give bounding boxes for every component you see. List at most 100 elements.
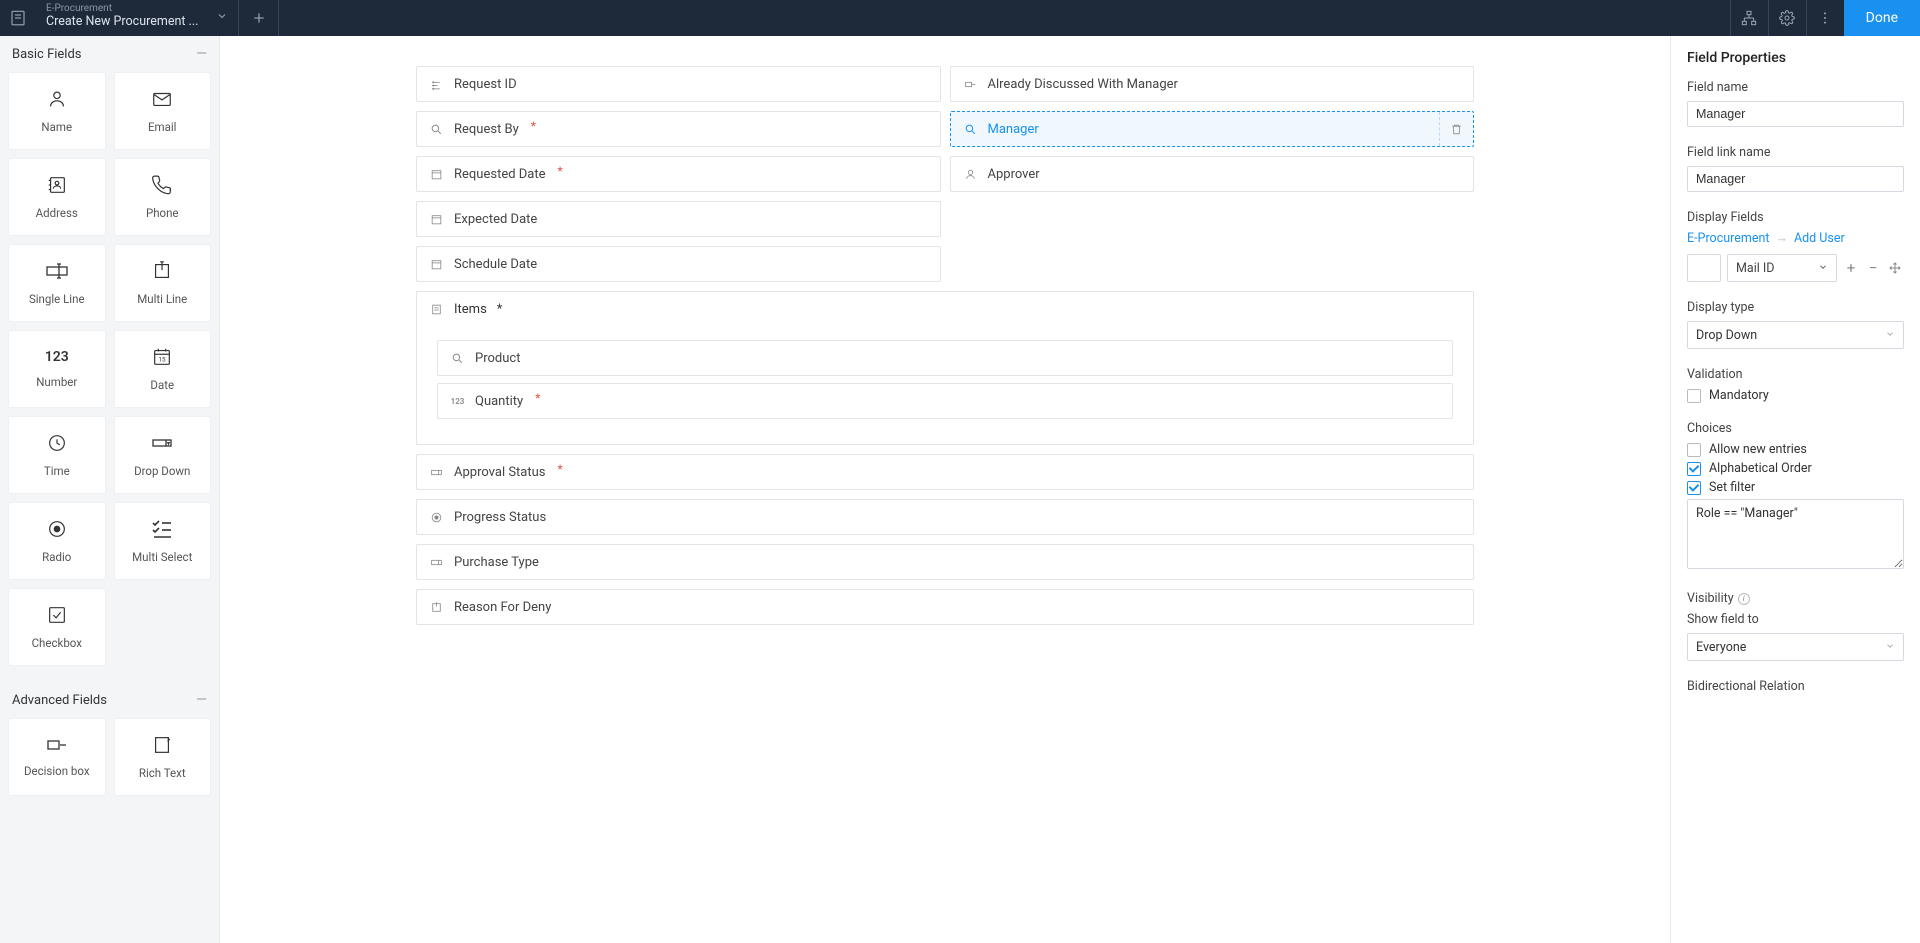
svg-text:15: 15 bbox=[159, 356, 167, 364]
display-field-box[interactable] bbox=[1687, 254, 1721, 282]
advanced-fields-header[interactable]: Advanced Fields — bbox=[0, 682, 219, 718]
display-fields-label: Display Fields bbox=[1687, 210, 1904, 225]
field-link-label: Field link name bbox=[1687, 145, 1904, 160]
palette-tile-radio[interactable]: Radio bbox=[8, 502, 106, 580]
breadcrumb-app[interactable]: E-Procurement bbox=[1687, 231, 1769, 246]
breadcrumb: E-Procurement → Add User bbox=[1687, 231, 1904, 246]
lookup-icon bbox=[450, 351, 465, 366]
gear-icon[interactable] bbox=[1768, 0, 1806, 36]
field-product[interactable]: Product bbox=[437, 340, 1453, 376]
field-reason-deny[interactable]: Reason For Deny bbox=[416, 589, 1474, 625]
date-icon bbox=[429, 212, 444, 227]
multiline-icon bbox=[429, 600, 444, 615]
mandatory-checkbox[interactable] bbox=[1687, 389, 1701, 403]
properties-title: Field Properties bbox=[1687, 50, 1904, 66]
chevron-down-icon bbox=[1885, 640, 1895, 655]
palette-tile-date[interactable]: 15 Date bbox=[114, 330, 212, 408]
palette-tile-decision-box[interactable]: Decision box bbox=[8, 718, 106, 796]
field-requested-date[interactable]: Requested Date* bbox=[416, 156, 941, 192]
choices-label: Choices bbox=[1687, 421, 1904, 436]
info-icon[interactable]: i bbox=[1738, 593, 1750, 605]
set-filter-checkbox[interactable] bbox=[1687, 481, 1701, 495]
palette-tile-address[interactable]: Address bbox=[8, 158, 106, 236]
palette-tile-multiselect[interactable]: Multi Select bbox=[114, 502, 212, 580]
field-expected-date[interactable]: Expected Date bbox=[416, 201, 941, 237]
delete-field-button[interactable] bbox=[1439, 112, 1473, 146]
app-icon bbox=[0, 0, 36, 36]
date-icon bbox=[429, 257, 444, 272]
properties-panel: Field Properties Field name Field link n… bbox=[1670, 36, 1920, 943]
mandatory-label: Mandatory bbox=[1709, 388, 1769, 403]
form-canvas: Request ID Already Discussed With Manage… bbox=[220, 36, 1670, 943]
filter-textarea[interactable]: Role == "Manager" bbox=[1687, 499, 1904, 569]
number-icon bbox=[429, 77, 444, 92]
arrow-right-icon: → bbox=[1775, 231, 1788, 246]
user-icon bbox=[963, 167, 978, 182]
move-display-field-button[interactable] bbox=[1887, 260, 1903, 276]
workflow-icon[interactable] bbox=[1730, 0, 1768, 36]
field-name-input[interactable] bbox=[1687, 101, 1904, 127]
field-name-label: Field name bbox=[1687, 80, 1904, 95]
chevron-down-icon bbox=[1818, 261, 1828, 276]
number-icon: 123 bbox=[450, 394, 465, 409]
page-title: Create New Procurement ... bbox=[46, 14, 198, 29]
field-approver[interactable]: Approver bbox=[950, 156, 1475, 192]
decision-icon bbox=[963, 77, 978, 92]
palette-tile-email[interactable]: Email bbox=[114, 72, 212, 150]
app-name: E-Procurement bbox=[46, 3, 198, 14]
field-request-by[interactable]: Request By* bbox=[416, 111, 941, 147]
palette-tile-name[interactable]: Name bbox=[8, 72, 106, 150]
display-type-label: Display type bbox=[1687, 300, 1904, 315]
show-to-label: Show field to bbox=[1687, 612, 1904, 627]
collapse-icon[interactable]: — bbox=[196, 46, 207, 62]
done-button[interactable]: Done bbox=[1844, 0, 1920, 36]
display-field-select[interactable]: Mail ID bbox=[1727, 254, 1837, 282]
field-discussed-manager[interactable]: Already Discussed With Manager bbox=[950, 66, 1475, 102]
more-icon[interactable] bbox=[1806, 0, 1844, 36]
show-to-select[interactable]: Everyone bbox=[1687, 633, 1904, 661]
basic-fields-label: Basic Fields bbox=[12, 47, 82, 62]
collapse-icon[interactable]: — bbox=[196, 692, 207, 708]
basic-fields-header[interactable]: Basic Fields — bbox=[0, 36, 219, 72]
bidir-label: Bidirectional Relation bbox=[1687, 679, 1904, 694]
advanced-fields-label: Advanced Fields bbox=[12, 693, 107, 708]
field-request-id[interactable]: Request ID bbox=[416, 66, 941, 102]
palette-tile-dropdown[interactable]: Drop Down bbox=[114, 416, 212, 494]
add-tab-button[interactable] bbox=[239, 0, 279, 36]
field-palette: Basic Fields — Name Email Address Phone bbox=[0, 36, 220, 943]
add-display-field-button[interactable]: + bbox=[1843, 260, 1859, 276]
field-schedule-date[interactable]: Schedule Date bbox=[416, 246, 941, 282]
display-type-select[interactable]: Drop Down bbox=[1687, 321, 1904, 349]
alphabetical-checkbox[interactable] bbox=[1687, 462, 1701, 476]
field-manager[interactable]: Manager bbox=[950, 111, 1475, 147]
palette-tile-single-line[interactable]: Single Line bbox=[8, 244, 106, 322]
field-link-input[interactable] bbox=[1687, 166, 1904, 192]
allow-new-checkbox[interactable] bbox=[1687, 443, 1701, 457]
field-purchase-type[interactable]: Purchase Type bbox=[416, 544, 1474, 580]
subform-items[interactable]: Items* Product 123 Quantity* bbox=[416, 291, 1474, 445]
date-icon bbox=[429, 167, 444, 182]
validation-label: Validation bbox=[1687, 367, 1904, 382]
page-tab[interactable]: E-Procurement Create New Procurement ... bbox=[36, 0, 239, 36]
palette-tile-number[interactable]: 123 Number bbox=[8, 330, 106, 408]
lookup-icon bbox=[429, 122, 444, 137]
breadcrumb-target[interactable]: Add User bbox=[1794, 231, 1845, 246]
palette-tile-time[interactable]: Time bbox=[8, 416, 106, 494]
palette-tile-phone[interactable]: Phone bbox=[114, 158, 212, 236]
alphabetical-label: Alphabetical Order bbox=[1709, 461, 1812, 476]
set-filter-label: Set filter bbox=[1709, 480, 1755, 495]
allow-new-label: Allow new entries bbox=[1709, 442, 1807, 457]
palette-tile-rich-text[interactable]: Rich Text bbox=[114, 718, 212, 796]
dropdown-icon bbox=[429, 555, 444, 570]
visibility-label: Visibility i bbox=[1687, 591, 1904, 606]
dropdown-icon bbox=[429, 465, 444, 480]
palette-tile-multi-line[interactable]: Multi Line bbox=[114, 244, 212, 322]
field-quantity[interactable]: 123 Quantity* bbox=[437, 383, 1453, 419]
field-approval-status[interactable]: Approval Status* bbox=[416, 454, 1474, 490]
topbar: E-Procurement Create New Procurement ...… bbox=[0, 0, 1920, 36]
chevron-down-icon[interactable] bbox=[216, 10, 228, 26]
radio-icon bbox=[429, 510, 444, 525]
palette-tile-checkbox[interactable]: Checkbox bbox=[8, 588, 106, 666]
field-progress-status[interactable]: Progress Status bbox=[416, 499, 1474, 535]
remove-display-field-button[interactable]: − bbox=[1865, 260, 1881, 276]
